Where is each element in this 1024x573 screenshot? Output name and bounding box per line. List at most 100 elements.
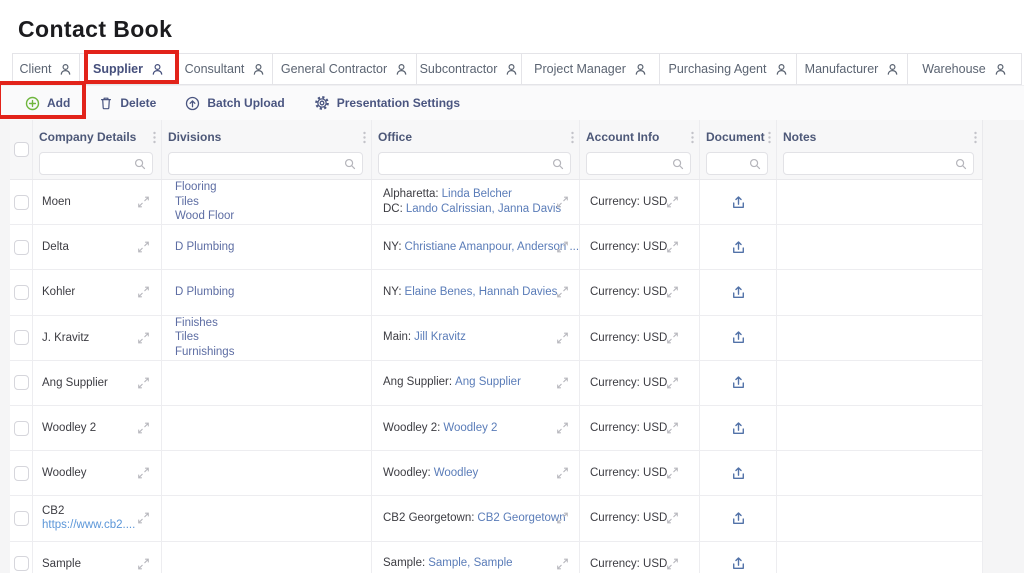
expand-cell-icon[interactable] bbox=[137, 331, 150, 344]
add-button[interactable]: Add bbox=[25, 96, 70, 111]
expand-cell-icon[interactable] bbox=[556, 286, 569, 299]
column-menu-icon[interactable] bbox=[768, 131, 771, 144]
division-link[interactable]: Flooring bbox=[162, 180, 371, 195]
expand-cell-icon[interactable] bbox=[666, 241, 679, 254]
batch-upload-button[interactable]: Batch Upload bbox=[185, 96, 284, 111]
tab-subcontractor[interactable]: Subcontractor bbox=[417, 53, 522, 85]
search-input-office[interactable] bbox=[385, 158, 552, 170]
expand-cell-icon[interactable] bbox=[556, 422, 569, 435]
search-input-notes[interactable] bbox=[790, 158, 955, 170]
expand-cell-icon[interactable] bbox=[666, 286, 679, 299]
upload-document-icon[interactable] bbox=[730, 510, 747, 527]
expand-cell-icon[interactable] bbox=[666, 331, 679, 344]
tab-supplier[interactable]: Supplier bbox=[80, 53, 178, 85]
column-menu-icon[interactable] bbox=[571, 131, 574, 144]
expand-cell-icon[interactable] bbox=[137, 557, 150, 570]
division-link[interactable]: Wood Floor bbox=[162, 209, 371, 224]
tab-purchasing-agent[interactable]: Purchasing Agent bbox=[660, 53, 797, 85]
upload-document-icon[interactable] bbox=[730, 284, 747, 301]
expand-cell-icon[interactable] bbox=[556, 557, 569, 570]
office-contact-link[interactable]: CB2 Georgetown bbox=[477, 512, 565, 524]
office-contact-link[interactable]: Jill Kravitz bbox=[414, 331, 466, 343]
row-checkbox[interactable] bbox=[14, 330, 29, 345]
division-link[interactable]: Furnishings bbox=[162, 345, 371, 360]
notes-cell[interactable] bbox=[777, 316, 983, 360]
column-menu-icon[interactable] bbox=[153, 131, 156, 144]
expand-cell-icon[interactable] bbox=[666, 376, 679, 389]
search-input-account-info[interactable] bbox=[593, 158, 672, 170]
notes-cell[interactable] bbox=[777, 361, 983, 405]
notes-cell[interactable] bbox=[777, 180, 983, 224]
office-label: Ang Supplier: bbox=[383, 376, 452, 388]
notes-cell[interactable] bbox=[777, 496, 983, 540]
expand-cell-icon[interactable] bbox=[556, 512, 569, 525]
row-checkbox[interactable] bbox=[14, 466, 29, 481]
division-link[interactable]: Tiles bbox=[162, 195, 371, 210]
expand-cell-icon[interactable] bbox=[137, 196, 150, 209]
office-contact-link[interactable]: Lando Calrissian, Janna Davis bbox=[406, 203, 561, 215]
division-link[interactable]: Tiles bbox=[162, 330, 371, 345]
division-link[interactable]: Finishes bbox=[162, 316, 371, 331]
expand-cell-icon[interactable] bbox=[666, 512, 679, 525]
row-checkbox[interactable] bbox=[14, 375, 29, 390]
upload-document-icon[interactable] bbox=[730, 555, 747, 572]
expand-cell-icon[interactable] bbox=[556, 331, 569, 344]
expand-cell-icon[interactable] bbox=[137, 286, 150, 299]
expand-cell-icon[interactable] bbox=[666, 422, 679, 435]
expand-cell-icon[interactable] bbox=[137, 422, 150, 435]
expand-cell-icon[interactable] bbox=[666, 196, 679, 209]
expand-cell-icon[interactable] bbox=[556, 376, 569, 389]
tab-project-manager[interactable]: Project Manager bbox=[522, 53, 660, 85]
tab-manufacturer[interactable]: Manufacturer bbox=[797, 53, 908, 85]
upload-document-icon[interactable] bbox=[730, 194, 747, 211]
row-checkbox[interactable] bbox=[14, 556, 29, 571]
office-contact-link[interactable]: Woodley 2 bbox=[443, 422, 497, 434]
office-contact-link[interactable]: Sample, Sample bbox=[428, 557, 512, 569]
presentation-settings-button[interactable]: Presentation Settings bbox=[314, 95, 460, 111]
search-input-company-details[interactable] bbox=[46, 158, 134, 170]
notes-cell[interactable] bbox=[777, 406, 983, 450]
row-checkbox[interactable] bbox=[14, 240, 29, 255]
division-link[interactable]: D Plumbing bbox=[162, 240, 371, 255]
tab-consultant[interactable]: Consultant bbox=[178, 53, 273, 85]
search-input-divisions[interactable] bbox=[175, 158, 344, 170]
column-search bbox=[783, 152, 974, 175]
row-checkbox[interactable] bbox=[14, 511, 29, 526]
office-contact-link[interactable]: Christiane Amanpour, Anderson ... bbox=[405, 241, 579, 253]
expand-cell-icon[interactable] bbox=[666, 467, 679, 480]
upload-document-icon[interactable] bbox=[730, 329, 747, 346]
office-contact-link[interactable]: Ang Supplier bbox=[455, 376, 521, 388]
office-contact-link[interactable]: Elaine Benes, Hannah Davies bbox=[405, 286, 558, 298]
column-menu-icon[interactable] bbox=[974, 131, 977, 144]
notes-cell[interactable] bbox=[777, 542, 983, 573]
upload-document-icon[interactable] bbox=[730, 465, 747, 482]
column-menu-icon[interactable] bbox=[363, 131, 366, 144]
upload-document-icon[interactable] bbox=[730, 239, 747, 256]
expand-cell-icon[interactable] bbox=[556, 196, 569, 209]
expand-cell-icon[interactable] bbox=[137, 376, 150, 389]
expand-cell-icon[interactable] bbox=[556, 241, 569, 254]
tab-client[interactable]: Client bbox=[12, 53, 80, 85]
expand-cell-icon[interactable] bbox=[137, 467, 150, 480]
division-link[interactable]: D Plumbing bbox=[162, 285, 371, 300]
notes-cell[interactable] bbox=[777, 225, 983, 269]
delete-button[interactable]: Delete bbox=[99, 96, 156, 110]
row-checkbox[interactable] bbox=[14, 421, 29, 436]
tab-general-contractor[interactable]: General Contractor bbox=[273, 53, 417, 85]
row-checkbox[interactable] bbox=[14, 285, 29, 300]
expand-cell-icon[interactable] bbox=[556, 467, 569, 480]
notes-cell[interactable] bbox=[777, 270, 983, 314]
office-contact-link[interactable]: Linda Belcher bbox=[442, 188, 512, 200]
expand-cell-icon[interactable] bbox=[666, 557, 679, 570]
expand-cell-icon[interactable] bbox=[137, 512, 150, 525]
tab-warehouse[interactable]: Warehouse bbox=[908, 53, 1022, 85]
expand-cell-icon[interactable] bbox=[137, 241, 150, 254]
row-checkbox[interactable] bbox=[14, 195, 29, 210]
select-all-checkbox[interactable] bbox=[14, 142, 29, 157]
upload-document-icon[interactable] bbox=[730, 374, 747, 391]
search-input-document[interactable] bbox=[713, 158, 749, 170]
office-contact-link[interactable]: Woodley bbox=[434, 467, 479, 479]
notes-cell[interactable] bbox=[777, 451, 983, 495]
column-menu-icon[interactable] bbox=[691, 131, 694, 144]
upload-document-icon[interactable] bbox=[730, 420, 747, 437]
